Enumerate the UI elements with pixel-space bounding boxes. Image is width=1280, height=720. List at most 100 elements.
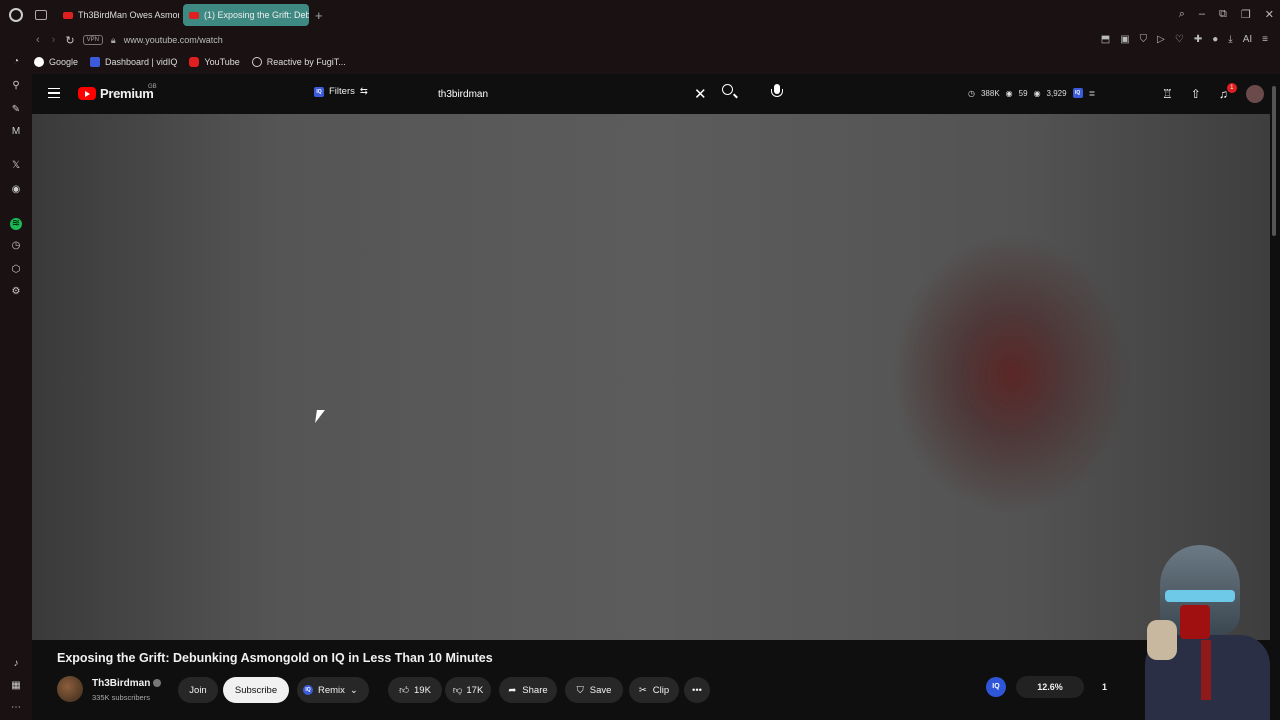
tab-list-icon[interactable]	[35, 10, 47, 20]
webcam-mug	[1180, 605, 1210, 639]
menu-icon[interactable]: ≡	[1262, 34, 1268, 45]
trophy-icon[interactable]: ♖	[1162, 87, 1173, 101]
webcam-overlay	[1135, 540, 1280, 720]
youtube-favicon-icon	[189, 11, 199, 19]
shield-icon[interactable]: ⛉	[1140, 34, 1148, 45]
profile-icon[interactable]: ●	[1212, 34, 1218, 45]
join-button[interactable]: Join	[178, 677, 218, 703]
bookmark-reactive[interactable]: Reactive by FugiT...	[251, 57, 346, 67]
browser-tab-2-active[interactable]: (1) Exposing the Grift: Deb	[183, 4, 309, 26]
extensions-icon[interactable]: ⬡	[10, 264, 22, 276]
x-icon[interactable]: 𝕏	[10, 160, 22, 172]
scissors-icon: ✂	[638, 684, 647, 696]
snap-icon[interactable]: ⧉	[1219, 8, 1227, 21]
share-icon: ➦	[508, 684, 517, 696]
remix-label: Remix	[318, 684, 345, 696]
channel-avatar[interactable]	[57, 676, 83, 702]
forward-icon[interactable]: ›	[52, 34, 56, 46]
restore-icon[interactable]: ❐	[1241, 8, 1251, 21]
youtube-play-icon	[78, 87, 96, 100]
play-icon[interactable]: ▷	[1157, 34, 1165, 45]
url-field[interactable]: www.youtube.com/watch	[124, 35, 223, 45]
like-count: 19K	[414, 684, 431, 696]
heart-icon[interactable]: ♡	[1175, 34, 1184, 45]
eye-icon: ◉	[1005, 88, 1013, 98]
back-icon[interactable]: ‹	[36, 34, 40, 46]
dislike-count: 17K	[466, 684, 484, 696]
speed-dial-icon[interactable]: ◔	[10, 56, 22, 68]
voice-search-button[interactable]	[767, 82, 787, 102]
tab-1-label: Th3BirdMan Owes Asmong	[78, 10, 179, 20]
clear-search-icon[interactable]: ✕	[694, 85, 707, 103]
snapshot-icon[interactable]: ▣	[1120, 34, 1129, 45]
vpn-badge[interactable]: VPN	[82, 35, 103, 45]
tiktok-icon[interactable]: ♪	[10, 658, 22, 670]
sliders-icon: ⇆	[359, 86, 368, 97]
subscribe-button[interactable]: Subscribe	[223, 677, 289, 703]
more-actions-button[interactable]: •••	[684, 677, 710, 703]
vidiq-badge-icon: IQ	[314, 86, 324, 97]
download-icon[interactable]: ⤓	[1228, 34, 1232, 45]
ai-button[interactable]: AI	[1243, 34, 1252, 45]
search-input[interactable]	[432, 88, 672, 100]
search-icon	[722, 84, 733, 95]
bookmark-youtube[interactable]: YouTube	[189, 57, 240, 67]
minimize-icon[interactable]: –	[1199, 8, 1205, 21]
youtube-icon	[189, 57, 200, 67]
clip-button[interactable]: ✂ Clip	[629, 677, 679, 703]
verified-icon	[153, 679, 161, 687]
settings-icon[interactable]: ⚙	[10, 286, 22, 298]
youtube-favicon-icon	[63, 11, 73, 19]
share-button[interactable]: ➦ Share	[499, 677, 557, 703]
vidiq-badge-icon[interactable]: IQ	[1072, 88, 1083, 98]
bookmark-label: YouTube	[204, 57, 240, 67]
aria-icon[interactable]: ⚲	[10, 80, 22, 92]
browser-tab-bar: Th3BirdMan Owes Asmong (1) Exposing the …	[0, 0, 1280, 30]
history-icon[interactable]: ◷	[10, 240, 22, 252]
list-icon[interactable]: ≣	[1089, 89, 1096, 98]
discord-icon[interactable]: ◉	[10, 184, 22, 196]
vidiq-logo-icon[interactable]: IQ	[986, 677, 1006, 697]
guide-menu-icon[interactable]	[48, 88, 60, 98]
scrollbar-thumb[interactable]	[1272, 86, 1276, 236]
like-button[interactable]: 👍︎ 19K	[388, 677, 442, 703]
bookmark-vidiq[interactable]: Dashboard | vidIQ	[90, 57, 177, 67]
bookmark-google[interactable]: Google	[34, 57, 78, 67]
browser-tab-1[interactable]: Th3BirdMan Owes Asmong	[57, 4, 179, 26]
search-button[interactable]	[720, 82, 740, 102]
save-button[interactable]: ⛉ Save	[565, 677, 623, 703]
new-tab-button[interactable]: +	[315, 8, 323, 23]
tab-2-label: (1) Exposing the Grift: Deb	[204, 10, 309, 20]
dislike-button[interactable]: 👎︎ 17K	[445, 677, 491, 703]
save-label: Save	[589, 684, 612, 696]
logo-text: Premium	[100, 86, 154, 101]
puzzle-icon[interactable]: ✚	[1194, 34, 1202, 45]
bookmark-label: Google	[49, 57, 79, 67]
pinboard-icon[interactable]: ✎	[10, 104, 22, 116]
channel-name[interactable]: Th3Birdman	[92, 678, 150, 689]
sidebar-more-icon[interactable]: ⋯	[10, 702, 22, 714]
account-avatar[interactable]	[1245, 85, 1264, 103]
opera-logo-icon[interactable]	[9, 8, 23, 22]
workspace-icon[interactable]: ▦	[10, 680, 22, 692]
m-icon[interactable]: M	[10, 126, 22, 138]
browser-sidebar: ◔ ⚲ ✎ M 𝕏 ◉ ≋ ◷ ⬡ ⚙ ♪ ▦ ⋯	[0, 50, 32, 720]
mic-stand	[771, 89, 783, 97]
remix-button[interactable]: IQ Remix ⌄	[297, 677, 369, 703]
spotify-icon[interactable]: ≋	[10, 218, 22, 230]
reload-icon[interactable]: ↻	[65, 34, 74, 47]
youtube-logo[interactable]: Premium	[78, 86, 154, 101]
video-player[interactable]	[32, 114, 1270, 640]
lock-icon[interactable]: 🔒︎	[111, 35, 116, 46]
browser-search-icon[interactable]: ⌕	[1179, 8, 1185, 21]
filters-button[interactable]: IQ Filters ⇆	[314, 86, 368, 97]
remix-icon: IQ	[303, 685, 313, 695]
upload-icon[interactable]: ⇧	[1191, 87, 1201, 101]
reactive-icon	[251, 57, 262, 67]
close-window-icon[interactable]: ✕	[1265, 8, 1274, 21]
bookmark-page-icon[interactable]: ⬒	[1101, 34, 1110, 45]
notifications-button[interactable]: ♫ 1	[1219, 83, 1237, 101]
bookmark-label: Reactive by FugiT...	[266, 57, 346, 67]
vidiq-percent[interactable]: 12.6%	[1016, 676, 1084, 698]
vidiq-next-value: 1	[1102, 682, 1108, 692]
